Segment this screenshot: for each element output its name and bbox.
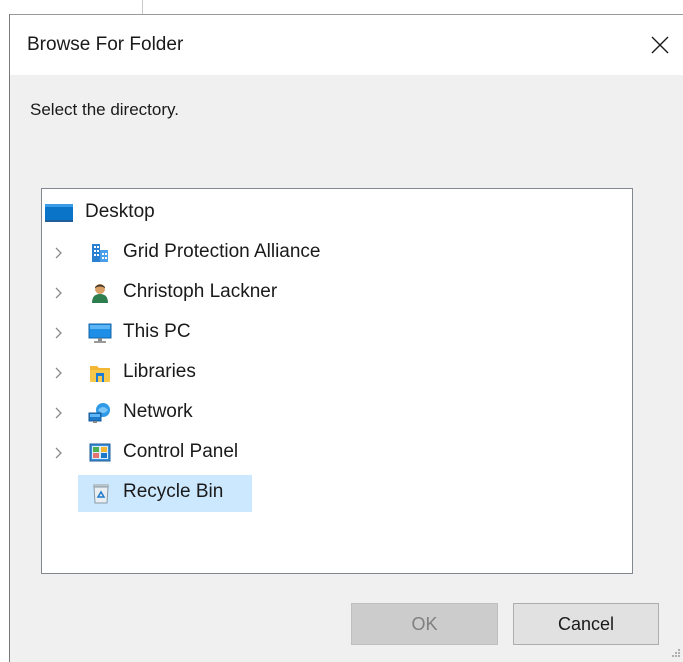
tree-item-label: Network: [123, 401, 193, 422]
desktop-icon: [45, 204, 73, 222]
tree-item-grid-protection-alliance[interactable]: Grid Protection Alliance: [42, 233, 632, 273]
tree-item-label: Grid Protection Alliance: [123, 241, 321, 262]
chevron-right-icon[interactable]: [52, 286, 66, 300]
tree-item-label: Desktop: [85, 201, 155, 222]
tree-item-label: Control Panel: [123, 441, 239, 462]
building-icon: [92, 244, 108, 262]
chevron-right-icon[interactable]: [52, 246, 66, 260]
tree-item-label: Christoph Lackner: [123, 281, 278, 302]
tree-item-recycle-bin[interactable]: Recycle Bin: [42, 473, 632, 513]
tree-item-desktop[interactable]: Desktop: [42, 193, 632, 233]
title-bar[interactable]: Browse For Folder: [10, 15, 683, 75]
tree-item-libraries[interactable]: Libraries: [42, 353, 632, 393]
chevron-right-icon[interactable]: [52, 326, 66, 340]
instruction-text: Select the directory.: [30, 100, 179, 119]
chevron-right-icon[interactable]: [52, 366, 66, 380]
close-button[interactable]: [637, 15, 683, 75]
cancel-button[interactable]: Cancel: [513, 603, 659, 645]
folder-tree[interactable]: Desktop Grid Protection Alliance Christo…: [41, 188, 633, 574]
tree-item-network[interactable]: Network: [42, 393, 632, 433]
tree-item-this-pc[interactable]: This PC: [42, 313, 632, 353]
computer-icon: [88, 323, 112, 343]
browse-folder-dialog: Browse For Folder Select the directory. …: [10, 15, 683, 662]
user-icon: [92, 284, 108, 303]
network-icon: [88, 403, 110, 423]
control-panel-icon: [89, 443, 111, 462]
window-top-notch: [142, 0, 143, 14]
tree-item-label: This PC: [123, 321, 191, 342]
close-icon: [651, 36, 669, 54]
dialog-title: Browse For Folder: [27, 34, 184, 55]
tree-item-label: Libraries: [123, 361, 196, 382]
tree-item-christoph-lackner[interactable]: Christoph Lackner: [42, 273, 632, 313]
chevron-right-icon[interactable]: [52, 446, 66, 460]
tree-item-control-panel[interactable]: Control Panel: [42, 433, 632, 473]
recycle-bin-icon: [93, 484, 109, 504]
chevron-right-icon[interactable]: [52, 406, 66, 420]
ok-button[interactable]: OK: [351, 603, 498, 645]
libraries-icon: [90, 366, 110, 382]
tree-item-label: Recycle Bin: [123, 481, 224, 502]
resize-grip-icon[interactable]: [671, 648, 681, 658]
